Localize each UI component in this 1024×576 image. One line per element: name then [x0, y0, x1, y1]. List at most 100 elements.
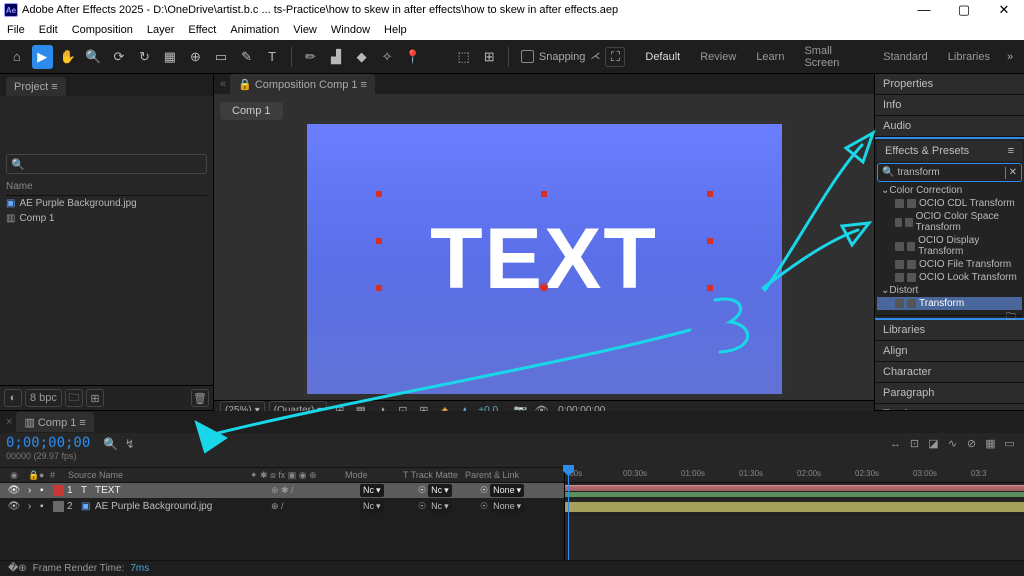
timeline-tracks[interactable]: :00s 00:30s 01:00s 01:30s 02:00s 02:30s …	[565, 467, 1024, 560]
effects-presets-title[interactable]: Effects & Presets	[885, 145, 969, 157]
snap-opt-icon[interactable]: ⋌	[590, 51, 600, 62]
menu-help[interactable]: Help	[377, 24, 414, 36]
new-bin-icon[interactable]: 🗀	[1006, 310, 1016, 315]
layer-row[interactable]: 👁 › ▪ 2 ▣ AE Purple Background.jpg ⊕ / N…	[0, 499, 564, 515]
brush-tool[interactable]: ✏	[300, 45, 322, 69]
interpret-icon[interactable]: ◐	[4, 389, 22, 407]
character-panel[interactable]: Character	[875, 362, 1024, 383]
align-tool-2[interactable]: ⊞	[478, 45, 500, 69]
composition-canvas[interactable]: TEXT	[307, 124, 782, 394]
project-name-header[interactable]: Name	[6, 178, 207, 196]
close-panel-icon[interactable]: ×	[6, 416, 12, 428]
new-folder-icon[interactable]: 🗀	[65, 389, 83, 407]
parent-dropdown[interactable]: None ▾	[490, 500, 524, 513]
layer-row[interactable]: 👁 › ▪ 1 T TEXT ⊕ ✱ / Nc▾ ☉ Nc▾ ☉ None ▾	[0, 483, 564, 499]
col-parent[interactable]: Parent & Link	[465, 470, 535, 480]
tl-misc3-icon[interactable]: ▭	[1001, 435, 1018, 452]
comp-breadcrumb[interactable]: Comp 1	[220, 102, 283, 120]
layer-color-swatch[interactable]	[53, 485, 64, 496]
lock-icon[interactable]: 🔒	[238, 78, 252, 91]
puppet-tool[interactable]: 📍	[402, 45, 424, 69]
info-panel[interactable]: Info	[875, 95, 1024, 116]
properties-panel[interactable]: Properties	[875, 74, 1024, 95]
prev-comp-icon[interactable]: «	[220, 78, 226, 90]
layer-color-swatch[interactable]	[53, 501, 64, 512]
roto-tool[interactable]: ✧	[376, 45, 398, 69]
zoom-tool[interactable]: 🔍	[83, 45, 105, 69]
selection-tool[interactable]: ▶	[32, 45, 54, 69]
composition-tab[interactable]: 🔒 Composition Comp 1 ≡	[230, 74, 375, 94]
layer-bar[interactable]	[565, 485, 1024, 491]
menu-animation[interactable]: Animation	[223, 24, 286, 36]
project-tab[interactable]: Project≡	[6, 77, 66, 96]
layer-bar[interactable]	[565, 502, 1024, 512]
time-ruler[interactable]: :00s 00:30s 01:00s 01:30s 02:00s 02:30s …	[565, 467, 1024, 483]
orbit-tool[interactable]: ⟳	[108, 45, 130, 69]
effect-item[interactable]: OCIO Look Transform	[877, 271, 1022, 284]
pan-behind-tool[interactable]: ⊕	[185, 45, 207, 69]
tl-shy-icon[interactable]: ⊡	[906, 435, 923, 452]
project-search[interactable]: 🔍	[6, 154, 207, 174]
timeline-timecode[interactable]: 0;00;00;00	[6, 435, 90, 451]
pen-tool[interactable]: ✎	[236, 45, 258, 69]
composition-viewer[interactable]: TEXT	[220, 124, 868, 394]
paragraph-panel[interactable]: Paragraph	[875, 383, 1024, 404]
blend-mode-dropdown[interactable]: Nc▾	[360, 484, 384, 497]
col-mode[interactable]: Mode	[345, 470, 403, 480]
eraser-tool[interactable]: ◆	[351, 45, 373, 69]
snap-expand-icon[interactable]: ⛶	[605, 47, 625, 67]
workspace-learn[interactable]: Learn	[748, 48, 792, 66]
new-comp-icon[interactable]: ⊞	[86, 389, 104, 407]
effect-item[interactable]: OCIO Color Space Transform	[877, 210, 1022, 234]
rect-tool[interactable]: ▭	[210, 45, 232, 69]
close-button[interactable]: ✕	[984, 0, 1024, 20]
track-matte-dropdown[interactable]: Nc▾	[428, 484, 452, 497]
delete-icon[interactable]: 🗑	[191, 389, 209, 407]
clear-search-icon[interactable]: ✕	[1009, 167, 1017, 178]
workspace-default[interactable]: Default	[637, 48, 688, 66]
menu-bar[interactable]: File Edit Composition Layer Effect Anima…	[0, 20, 1024, 40]
effect-item-transform[interactable]: Transform	[877, 297, 1022, 310]
bpc-field[interactable]: 8 bpc	[25, 389, 62, 407]
project-item[interactable]: ▣AE Purple Background.jpg	[6, 196, 207, 211]
home-button[interactable]: ⌂	[6, 45, 28, 69]
workspace-libraries[interactable]: Libraries	[940, 48, 998, 66]
menu-layer[interactable]: Layer	[140, 24, 182, 36]
workspace-review[interactable]: Review	[692, 48, 744, 66]
menu-window[interactable]: Window	[324, 24, 377, 36]
align-panel[interactable]: Align	[875, 341, 1024, 362]
toggle-switches-icon[interactable]: �⁠⊕	[8, 563, 27, 574]
minimize-button[interactable]: —	[904, 0, 944, 20]
workspace-more-icon[interactable]: »	[1002, 48, 1018, 66]
tl-misc2-icon[interactable]: ▦	[982, 435, 999, 452]
menu-file[interactable]: File	[0, 24, 32, 36]
rotate-tool[interactable]: ↻	[134, 45, 156, 69]
menu-edit[interactable]: Edit	[32, 24, 65, 36]
blend-mode-dropdown[interactable]: Nc▾	[360, 500, 384, 513]
col-source-name[interactable]: Source Name	[64, 470, 250, 480]
clone-tool[interactable]: ▟	[325, 45, 347, 69]
libraries-panel[interactable]: Libraries	[875, 320, 1024, 341]
audio-panel[interactable]: Audio	[875, 116, 1024, 137]
type-tool[interactable]: T	[261, 45, 283, 69]
tl-draft3d-icon[interactable]: ↔	[887, 435, 904, 452]
tracker-panel[interactable]: Tracker	[875, 404, 1024, 410]
effect-item[interactable]: OCIO Display Transform	[877, 234, 1022, 258]
menu-effect[interactable]: Effect	[181, 24, 223, 36]
panel-menu-icon[interactable]: ≡	[51, 81, 57, 93]
effect-item[interactable]: OCIO File Transform	[877, 258, 1022, 271]
parent-dropdown[interactable]: None ▾	[490, 484, 524, 497]
hand-tool[interactable]: ✋	[57, 45, 79, 69]
workspace-small[interactable]: Small Screen	[796, 42, 871, 72]
tl-graph-icon[interactable]: ∿	[944, 435, 961, 452]
project-item[interactable]: ▥Comp 1	[6, 211, 207, 226]
track-matte-dropdown[interactable]: Nc▾	[428, 500, 452, 513]
visibility-toggle[interactable]: 👁	[0, 485, 28, 496]
tl-fx-icon[interactable]: ◪	[925, 435, 942, 452]
current-time-indicator[interactable]	[568, 467, 569, 560]
tl-mb-icon[interactable]: ⊘	[963, 435, 980, 452]
camera-tool[interactable]: ▦	[159, 45, 181, 69]
effects-search[interactable]: 🔍 transform ✕	[877, 163, 1022, 182]
maximize-button[interactable]: ▢	[944, 0, 984, 20]
workspace-standard[interactable]: Standard	[875, 48, 936, 66]
